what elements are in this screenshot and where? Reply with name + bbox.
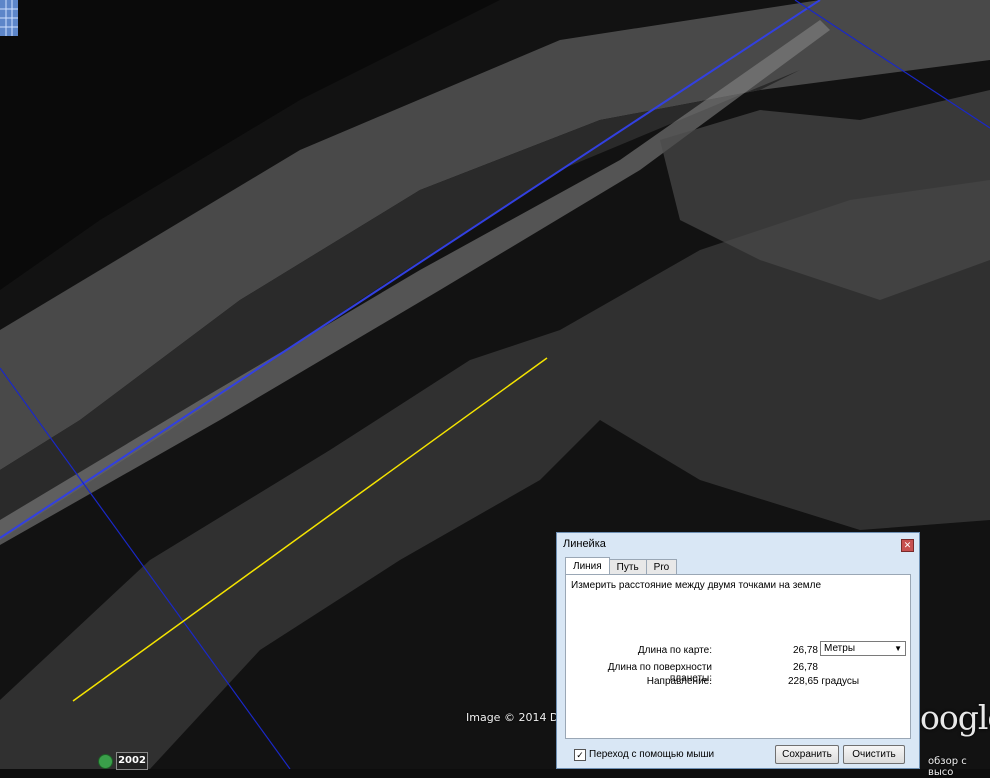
ruler-tabs: Линия Путь Pro (565, 557, 678, 575)
heading-value: 228,65 градусы (788, 676, 860, 687)
historical-imagery-clock-icon[interactable] (98, 754, 113, 769)
ruler-description: Измерить расстояние между двумя точками … (571, 580, 822, 591)
clear-button[interactable]: Очистить (843, 745, 905, 764)
mouse-navigation-label[interactable]: Переход с помощью мыши (589, 749, 714, 760)
unit-select[interactable]: Метры ▼ (820, 641, 906, 656)
unit-selected-value: Метры (824, 643, 856, 654)
map-length-value: 26,78 (792, 645, 818, 656)
google-logo: oogle (920, 698, 990, 737)
map-length-label: Длина по карте: (637, 645, 712, 656)
dialog-title: Линейка (563, 538, 606, 550)
tab-path[interactable]: Путь (608, 559, 647, 575)
status-text: обзор с высо (928, 756, 967, 778)
ruler-dialog: Линейка ✕ Линия Путь Pro Измерить рассто… (556, 532, 920, 769)
chevron-down-icon: ▼ (894, 644, 902, 653)
tab-pro[interactable]: Pro (645, 559, 678, 575)
tab-line[interactable]: Линия (565, 557, 610, 575)
grid-icon[interactable] (0, 0, 18, 36)
ground-length-value: 26,78 (792, 662, 818, 673)
save-button[interactable]: Сохранить (775, 745, 839, 764)
mouse-navigation-checkbox[interactable]: ✓ (574, 749, 586, 761)
close-icon[interactable]: ✕ (901, 539, 914, 552)
imagery-year-badge[interactable]: 2002 (116, 752, 148, 770)
heading-label: Направление: (646, 676, 712, 687)
ruler-panel: Измерить расстояние между двумя точками … (565, 574, 911, 739)
ruler-footer: ✓ Переход с помощью мыши Сохранить Очист… (565, 744, 911, 764)
